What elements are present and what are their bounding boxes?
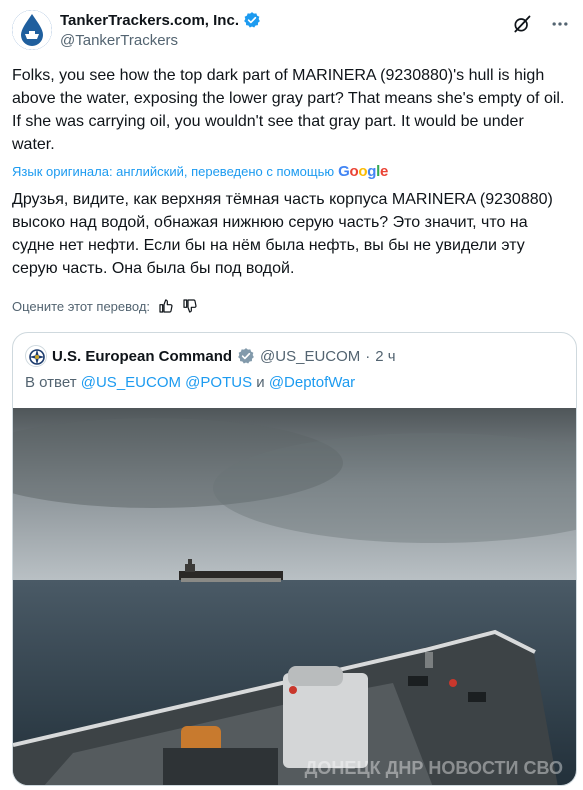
tweet-header: TankerTrackers.com, Inc. @TankerTrackers bbox=[12, 8, 572, 56]
rate-translation-row: Оцените этот перевод: bbox=[12, 298, 198, 314]
verified-badge-blue-icon bbox=[244, 12, 260, 28]
quoted-author-name[interactable]: U.S. European Command bbox=[52, 348, 232, 365]
author-name[interactable]: TankerTrackers.com, Inc. bbox=[60, 12, 239, 29]
quoted-tweet[interactable]: U.S. European Command @US_EUCOM · 2 ч В … bbox=[12, 332, 577, 786]
thumbs-down-icon[interactable] bbox=[182, 298, 198, 314]
rate-translation-label: Оцените этот перевод: bbox=[12, 298, 151, 314]
dot-separator: · bbox=[365, 347, 371, 365]
author-handle[interactable]: @TankerTrackers bbox=[60, 32, 178, 49]
eucom-seal-icon bbox=[27, 347, 46, 366]
reply-mention-potus[interactable]: @POTUS bbox=[185, 374, 252, 391]
google-logo: Google bbox=[338, 163, 389, 180]
reply-mention-us-eucom[interactable]: @US_EUCOM bbox=[81, 374, 181, 391]
quoted-time[interactable]: 2 ч bbox=[375, 348, 395, 365]
verified-badge-gray-icon bbox=[238, 348, 254, 364]
reply-and: и bbox=[256, 374, 265, 391]
quoted-author-avatar[interactable] bbox=[25, 345, 47, 367]
quoted-tweet-photo[interactable]: ДОНЕЦК ДНР НОВОСТИ СВО bbox=[13, 408, 577, 786]
author-avatar[interactable] bbox=[12, 10, 52, 50]
reply-mention-deptofwar[interactable]: @DeptofWar bbox=[269, 374, 355, 391]
translation-note[interactable]: Язык оригинала: английский, переведено с… bbox=[12, 163, 388, 180]
thumbs-up-icon[interactable] bbox=[158, 298, 174, 314]
tweet-translation: Друзья, видите, как верхняя тёмная часть… bbox=[12, 191, 553, 277]
tweet-text: Folks, you see how the top dark part of … bbox=[12, 67, 565, 153]
quoted-tweet-header: U.S. European Command @US_EUCOM · 2 ч bbox=[25, 345, 396, 367]
more-icon[interactable] bbox=[550, 14, 570, 34]
watermark: ДОНЕЦК ДНР НОВОСТИ СВО bbox=[305, 758, 563, 778]
reply-prefix: В ответ bbox=[25, 374, 77, 391]
translation-note-text: Язык оригинала: английский, переведено с… bbox=[12, 164, 335, 179]
grok-icon[interactable] bbox=[512, 14, 532, 34]
oil-drop-logo-icon bbox=[12, 10, 52, 50]
reply-context: В ответ @US_EUCOM @POTUS и @DeptofWar bbox=[25, 374, 355, 391]
quoted-author-handle[interactable]: @US_EUCOM bbox=[260, 348, 360, 365]
